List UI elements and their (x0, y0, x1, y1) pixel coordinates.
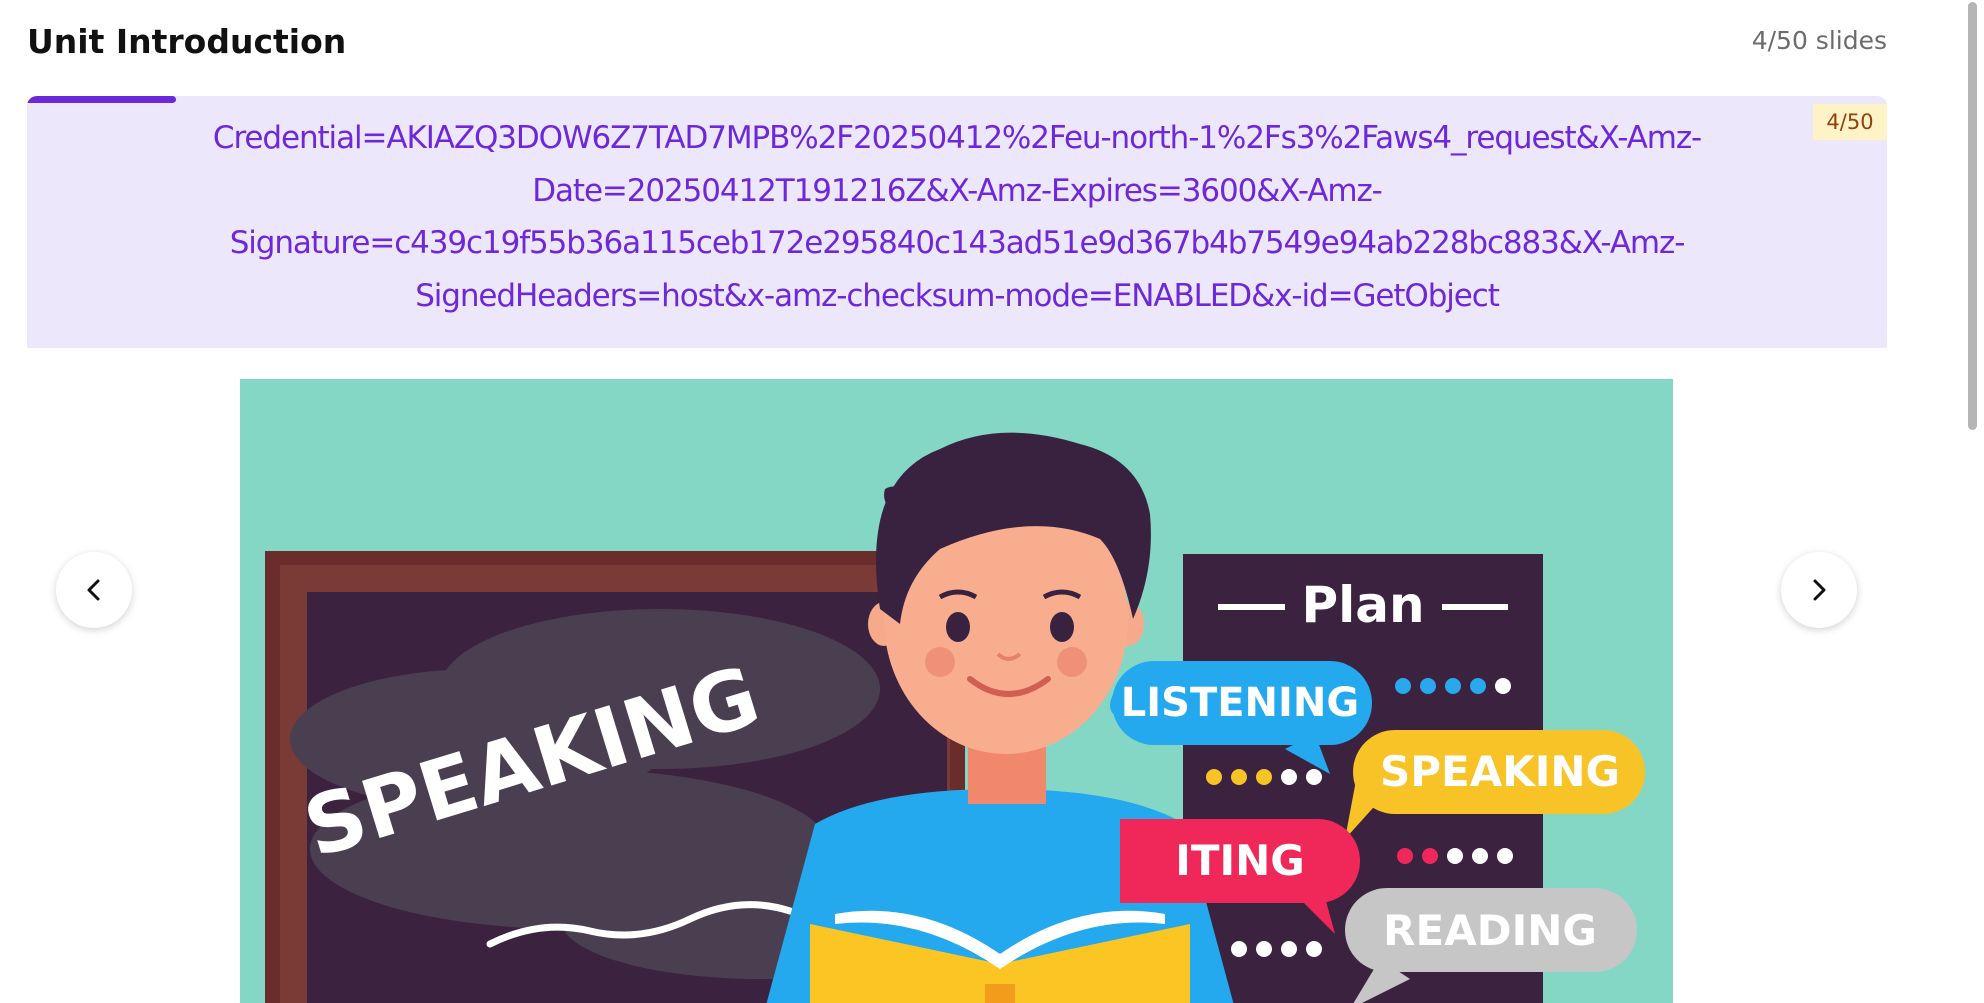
chevron-left-icon (87, 579, 100, 601)
scrollbar-thumb[interactable] (1968, 2, 1977, 430)
bubble-label-writing: ITING (1175, 836, 1305, 885)
caption-line: Date=20250412T191216Z&X-Amz-Expires=3600… (532, 172, 1383, 209)
previous-slide-button[interactable] (56, 552, 132, 628)
caption-line: SignedHeaders=host&x-amz-checksum-mode=E… (415, 277, 1500, 314)
bubble-label-reading: READING (1383, 906, 1597, 955)
chevron-right-icon (1813, 579, 1826, 601)
next-slide-button[interactable] (1781, 552, 1857, 628)
caption-text: Credential=AKIAZQ3DOW6Z7TAD7MPB%2F202504… (85, 112, 1829, 322)
slide-counter: 4/50 slides (1751, 26, 1887, 55)
bubble-label-listening: LISTENING (1121, 680, 1359, 726)
bubble-label-speaking: SPEAKING (1380, 747, 1620, 796)
page-title: Unit Introduction (27, 22, 347, 61)
slide-illustration: SPEAKING Plan LISTENING SPEAKING ITING R… (240, 379, 1673, 1003)
caption-line: Signature=c439c19f55b36a115ceb172e295840… (229, 225, 1686, 261)
plan-title: Plan (1301, 576, 1424, 634)
vertical-scrollbar[interactable] (1960, 0, 1984, 1003)
progress-bar (27, 96, 176, 103)
slide-caption: Credential=AKIAZQ3DOW6Z7TAD7MPB%2F202504… (27, 96, 1887, 348)
slide-number-badge: 4/50 (1813, 104, 1887, 140)
caption-line: Credential=AKIAZQ3DOW6Z7TAD7MPB%2F202504… (212, 120, 1702, 156)
